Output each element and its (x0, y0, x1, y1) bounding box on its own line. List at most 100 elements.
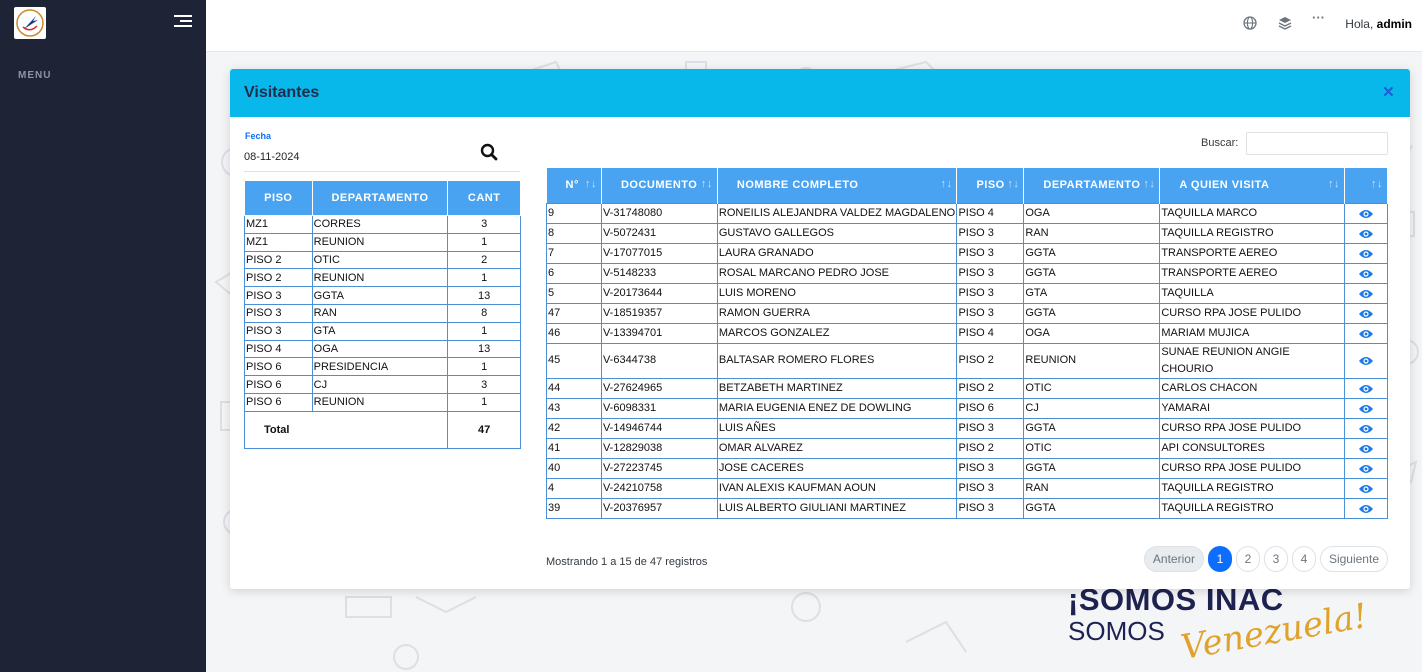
table-row: 45 V-6344738 BALTASAR ROMERO FLORES PISO 2R… (546, 342, 1388, 379)
cell-a-quien-visita: TAQUILLA REGISTRO (1159, 477, 1346, 499)
cell-a-quien-visita: CURSO RPA JOSE PULIDO (1159, 302, 1346, 324)
column-header-a-quien-visita[interactable]: A QUIEN VISITA ↑↓ (1159, 168, 1346, 203)
sidebar-toggle-icon[interactable] (174, 15, 192, 29)
date-label: Fecha (245, 131, 272, 141)
cell-nombre: BETZABETH MARTINEZ (716, 377, 958, 399)
user-greeting[interactable]: Hola, admin (1345, 17, 1412, 31)
cell-nombre: BALTASAR ROMERO FLORES (716, 342, 958, 379)
cell-numero: 39 (546, 497, 602, 519)
cell-documento: V-5072431 (600, 222, 718, 244)
eye-icon[interactable] (1358, 288, 1374, 298)
more-icon[interactable]: ··· (1312, 10, 1328, 26)
column-header-numero[interactable]: N° ↑↓ (546, 168, 602, 203)
summary-cell-departamento: OGA (311, 339, 449, 359)
date-field[interactable]: 08-11-2024 (244, 151, 520, 172)
cell-piso: PISO 2 (956, 437, 1025, 459)
column-header-departamento[interactable]: DEPARTAMENTO ↑↓ (1023, 168, 1161, 203)
pagination: Anterior 1 2 3 4 Siguiente (1143, 546, 1388, 572)
modal-header: Visitantes × (230, 69, 1410, 117)
search-input[interactable] (1246, 132, 1388, 155)
eye-icon[interactable] (1358, 308, 1374, 318)
pagination-prev-button[interactable]: Anterior (1143, 546, 1204, 572)
view-action-cell (1344, 437, 1388, 459)
cell-a-quien-visita: CARLOS CHACON (1159, 377, 1346, 399)
view-action-cell (1344, 242, 1388, 264)
table-row: 7 V-17077015 LAURA GRANADO PISO 3 GGTA TRANSP… (546, 242, 1388, 264)
summary-cell-departamento: GGTA (311, 286, 449, 305)
view-action-cell (1344, 457, 1388, 479)
summary-cell-cant: 1 (447, 392, 521, 412)
sidebar: MENU (0, 0, 206, 672)
cell-departamento: OTIC (1023, 377, 1161, 399)
pagination-page-3[interactable]: 3 (1263, 546, 1288, 572)
eye-icon[interactable] (1358, 268, 1374, 278)
eye-icon[interactable] (1358, 463, 1374, 473)
summary-cell-departamento: GTA (311, 321, 449, 341)
view-action-cell (1344, 342, 1388, 379)
summary-header-departamento: DEPARTAMENTO (311, 180, 449, 216)
cell-nombre: RAMON GUERRA (716, 302, 958, 324)
summary-cell-piso: PISO 6 (244, 357, 313, 377)
app-logo[interactable] (14, 7, 46, 39)
summary-table: PISO DEPARTAMENTO CANT MZ1 CORRES 3 MZ1 REUN… (243, 180, 521, 449)
summary-cell-cant: 8 (447, 303, 521, 323)
pagination-next-button[interactable]: Siguiente (1319, 546, 1388, 572)
eye-icon[interactable] (1358, 383, 1374, 393)
table-row: 39 V-20376957 LUIS ALBERTO GIULIANI MARTIN… (546, 497, 1388, 519)
cell-numero: 7 (546, 242, 602, 264)
view-action-cell (1344, 262, 1388, 284)
cell-nombre: LUIS ALBERTO GIULIANI MARTINEZ (716, 497, 958, 519)
table-row: 6 V-5148233 ROSAL MARCANO PEDRO JOSE PISO 3… (546, 262, 1388, 284)
summary-row: PISO 2 REUNION 1 (244, 268, 521, 288)
eye-icon[interactable] (1358, 483, 1374, 493)
column-header-actions[interactable]: ↑↓ (1344, 168, 1388, 203)
cell-a-quien-visita: TRANSPORTE AEREO (1159, 262, 1346, 284)
sort-icon: ↑↓ (1007, 178, 1020, 190)
view-action-cell (1344, 282, 1388, 304)
eye-icon[interactable] (1358, 423, 1374, 433)
eye-icon[interactable] (1358, 443, 1374, 453)
layers-icon[interactable] (1278, 16, 1294, 32)
cell-numero: 47 (546, 302, 602, 324)
search-icon[interactable] (480, 143, 500, 163)
summary-header-cant: CANT (447, 180, 521, 216)
sort-icon: ↑↓ (940, 178, 953, 190)
cell-nombre: GUSTAVO GALLEGOS (716, 222, 958, 244)
cell-a-quien-visita: CURSO RPA JOSE PULIDO (1159, 457, 1346, 479)
summary-body: MZ1 CORRES 3 MZ1 REUNION 1 PISO 2 OTIC 2 PISO 2 RE… (244, 215, 521, 412)
pagination-page-2[interactable]: 2 (1235, 546, 1260, 572)
table-row: 47 V-18519357 RAMON GUERRA PISO 3 GGTA CURSO … (546, 302, 1388, 324)
eye-icon[interactable] (1358, 208, 1374, 218)
eye-icon[interactable] (1358, 503, 1374, 513)
cell-departamento: OGA (1023, 202, 1161, 224)
cell-departamento: CJ (1023, 397, 1161, 419)
column-header-piso[interactable]: PISO ↑↓ (956, 168, 1025, 203)
cell-nombre: IVAN ALEXIS KAUFMAN AOUN (716, 477, 958, 499)
eye-icon[interactable] (1358, 248, 1374, 258)
column-header-documento[interactable]: DOCUMENTO ↑↓ (601, 168, 718, 203)
summary-row: PISO 6 PRESIDENCIA 1 (244, 357, 521, 377)
pagination-page-4[interactable]: 4 (1291, 546, 1316, 572)
cell-nombre: ROSAL MARCANO PEDRO JOSE (716, 262, 958, 284)
summary-cell-piso: PISO 3 (244, 303, 313, 323)
cell-nombre: LUIS MORENO (716, 282, 958, 304)
column-header-nombre[interactable]: NOMBRE COMPLETO ↑↓ (717, 168, 958, 203)
eye-icon[interactable] (1358, 403, 1374, 413)
eye-icon[interactable] (1358, 355, 1374, 366)
cell-a-quien-visita: YAMARAI (1159, 397, 1346, 419)
globe-icon[interactable] (1243, 16, 1259, 32)
pagination-page-1[interactable]: 1 (1207, 546, 1232, 572)
view-action-cell (1344, 417, 1388, 439)
brand-slogan: ¡SOMOS INAC SOMOS Venezuela! (1068, 582, 1370, 668)
eye-icon[interactable] (1358, 228, 1374, 238)
summary-cell-piso: MZ1 (244, 215, 313, 234)
eye-icon[interactable] (1358, 328, 1374, 338)
summary-total-row: Total 47 (243, 410, 521, 449)
cell-nombre: RONEILIS ALEJANDRA VALDEZ MAGDALENO (716, 202, 958, 224)
summary-row: MZ1 REUNION 1 (244, 232, 521, 252)
search-label: Buscar: (1201, 137, 1239, 149)
summary-row: PISO 6 CJ 3 (244, 375, 521, 394)
cell-numero: 6 (546, 262, 602, 284)
summary-total-value: 47 (447, 410, 521, 449)
close-icon[interactable]: × (1383, 82, 1394, 104)
